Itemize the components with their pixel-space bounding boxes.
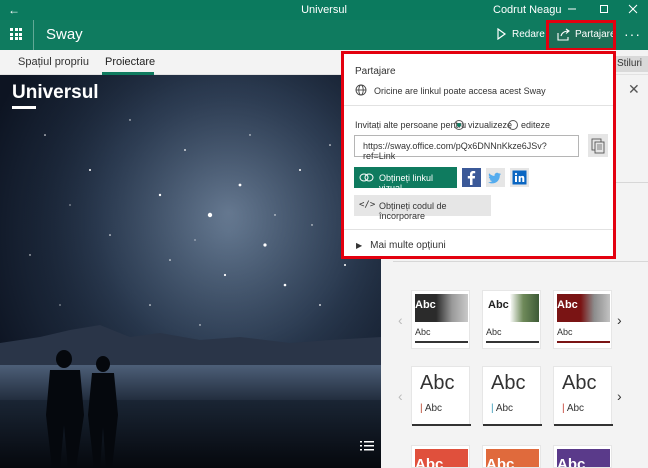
get-embed-code-label: Obțineți codul de încorporare <box>379 201 447 221</box>
style-sample-text: Abc <box>557 456 586 468</box>
chevron-left-icon[interactable]: ‹ <box>398 388 403 404</box>
sway-preview[interactable]: Universul <box>0 75 381 468</box>
style-sample-text: Abc <box>562 372 597 394</box>
style-card[interactable]: Abc <box>482 445 541 468</box>
radio-view-label[interactable]: vizualizeze <box>468 120 512 130</box>
chevron-right-icon[interactable]: › <box>617 312 622 328</box>
invite-label: Invitați alte persoane pentru <box>355 120 467 130</box>
play-label: Redare <box>512 29 545 40</box>
close-icon[interactable] <box>627 3 639 15</box>
style-accent-bar <box>412 424 471 426</box>
facebook-icon[interactable] <box>462 168 481 187</box>
tab-styles[interactable]: Stiluri <box>611 56 648 72</box>
style-sample-small: | Abc <box>420 403 443 414</box>
style-accent-bar <box>486 341 539 343</box>
style-sample-small: | Abc <box>562 403 585 414</box>
style-card[interactable]: Abc | Abc <box>553 366 613 426</box>
get-visual-link-button[interactable]: Obțineți linkul vizual <box>354 167 457 193</box>
more-options-icon[interactable]: ··· <box>624 26 641 42</box>
share-popup: Partajare Oricine are linkul poate acces… <box>341 51 616 259</box>
style-sample-small: | Abc <box>491 403 514 414</box>
style-sample-text: Abc <box>486 456 515 468</box>
style-accent-bar <box>554 424 613 426</box>
get-embed-code-button[interactable]: </> Obțineți codul de încorporare <box>354 195 491 221</box>
title-accent-bar <box>12 106 36 109</box>
chevron-left-icon[interactable]: ‹ <box>398 312 403 328</box>
copy-link-button[interactable] <box>588 134 608 157</box>
style-sample-text: Abc <box>557 299 578 311</box>
sway-title[interactable]: Universul <box>12 82 99 104</box>
access-description[interactable]: Oricine are linkul poate accesa acest Sw… <box>374 86 546 96</box>
radio-edit[interactable] <box>508 120 518 130</box>
get-visual-link-label: Obțineți linkul vizual <box>379 173 434 193</box>
style-card[interactable]: Abc Abc <box>482 290 541 349</box>
style-card[interactable]: Abc | Abc <box>482 366 542 426</box>
style-accent-bar <box>483 424 542 426</box>
style-sample-text: Abc <box>415 299 436 311</box>
user-name[interactable]: Codrut Neagu <box>493 4 562 16</box>
style-sample-small: Abc <box>557 327 573 337</box>
divider <box>33 20 34 50</box>
app-brand: Sway <box>46 26 83 43</box>
maximize-icon[interactable] <box>598 3 610 15</box>
expand-arrow-icon: ▶ <box>356 241 363 250</box>
style-sample-small: Abc <box>486 327 502 337</box>
share-popup-header: Partajare <box>355 66 396 77</box>
more-options-toggle[interactable]: ▶ Mai multe opțiuni <box>356 240 446 251</box>
close-panel-icon[interactable]: ✕ <box>628 81 640 98</box>
navigation-icon[interactable] <box>360 440 374 452</box>
embed-code-icon: </> <box>359 200 376 210</box>
minimize-icon[interactable] <box>566 3 578 15</box>
play-button[interactable]: Redare <box>486 20 545 50</box>
style-sample-small: Abc <box>415 327 431 337</box>
globe-icon <box>355 84 367 96</box>
share-button-highlight <box>546 20 616 51</box>
radio-view[interactable] <box>454 120 464 130</box>
app-launcher-icon[interactable] <box>10 28 22 40</box>
divider <box>393 261 648 262</box>
twitter-icon[interactable] <box>486 168 505 187</box>
radio-edit-label[interactable]: editeze <box>521 120 550 130</box>
style-card[interactable]: Abc Abc <box>553 290 612 349</box>
divider <box>344 105 613 106</box>
style-sample-text: Abc <box>415 456 444 468</box>
style-sample-text: Abc <box>486 299 511 311</box>
window-title-bar: ← Universul Codrut Neagu <box>0 0 648 20</box>
style-card[interactable]: Abc Abc <box>411 290 470 349</box>
style-accent-bar <box>415 341 468 343</box>
divider <box>344 229 613 230</box>
style-sample-text: Abc <box>491 372 526 394</box>
tab-storyline[interactable]: Spațiul propriu <box>18 56 89 68</box>
style-card[interactable]: Abc <box>553 445 612 468</box>
share-link-field[interactable]: https://sway.office.com/pQx6DNNnKkze6JSv… <box>354 135 579 161</box>
copy-icon <box>591 138 605 154</box>
style-sample-text: Abc <box>420 372 455 394</box>
style-card[interactable]: Abc <box>411 445 470 468</box>
style-card[interactable]: Abc | Abc <box>411 366 471 426</box>
tab-design[interactable]: Proiectare <box>105 56 155 68</box>
linkedin-icon[interactable] <box>510 168 529 187</box>
more-options-label: Mai multe opțiuni <box>370 240 446 251</box>
night-sky-image <box>0 75 381 468</box>
style-accent-bar <box>557 341 610 343</box>
chevron-right-icon[interactable]: › <box>617 388 622 404</box>
play-icon <box>497 28 507 40</box>
visual-link-icon <box>359 173 374 182</box>
